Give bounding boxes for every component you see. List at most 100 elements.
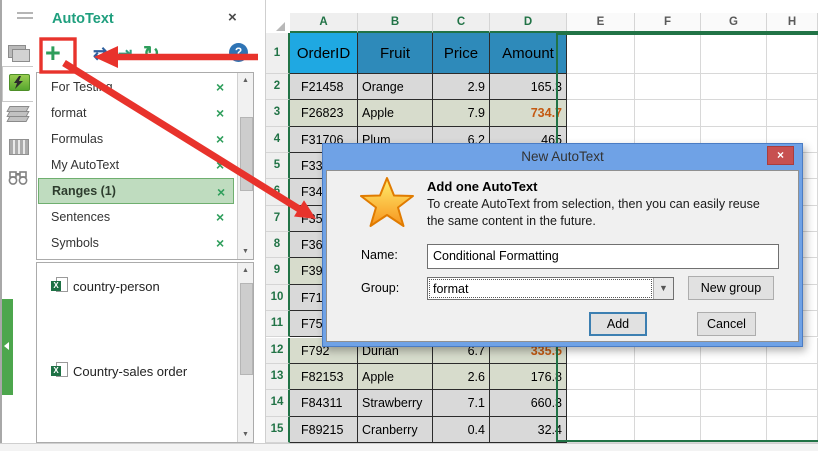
column-header-A[interactable]: A: [290, 13, 358, 33]
cell-G14[interactable]: [701, 390, 767, 417]
row-header-2[interactable]: 2: [266, 74, 290, 101]
delete-group-icon[interactable]: ×: [216, 105, 224, 121]
scroll-up-icon[interactable]: ▲: [238, 73, 253, 88]
cell-F2[interactable]: [635, 74, 701, 101]
row-header-1[interactable]: 1: [266, 33, 290, 74]
row-header-12[interactable]: 12: [266, 337, 290, 364]
group-list-scrollbar[interactable]: ▲ ▼: [237, 73, 253, 259]
cell-D15[interactable]: 32.4: [490, 416, 567, 443]
cell-E2[interactable]: [567, 74, 635, 101]
cell-C3[interactable]: 7.9: [433, 100, 490, 127]
pane-drag-handle-icon[interactable]: [17, 12, 34, 19]
chevron-down-icon[interactable]: ▼: [653, 278, 673, 299]
cell-C2[interactable]: 2.9: [433, 74, 490, 101]
cell-G13[interactable]: [701, 363, 767, 391]
pane-collapse-bar[interactable]: [2, 299, 13, 395]
column-header-F[interactable]: F: [635, 13, 701, 33]
cell-A2[interactable]: F21458: [290, 74, 358, 101]
group-item-6[interactable]: Symbols ×: [38, 230, 234, 256]
row-header-8[interactable]: 8: [266, 232, 290, 259]
scroll-down-icon[interactable]: ▼: [238, 427, 253, 442]
cell-A13[interactable]: F82153: [290, 363, 358, 391]
cell-B13[interactable]: Apple: [358, 363, 433, 391]
scroll-up-icon[interactable]: ▲: [238, 263, 253, 278]
group-item-1[interactable]: format ×: [38, 100, 234, 126]
group-combobox-value[interactable]: format: [429, 279, 652, 298]
columns-icon[interactable]: [9, 139, 29, 155]
delete-group-icon[interactable]: ×: [216, 79, 224, 95]
cell-B2[interactable]: Orange: [358, 74, 433, 101]
cell-C1[interactable]: Price: [433, 33, 490, 74]
cell-D2[interactable]: 165.3: [490, 74, 567, 101]
cell-B15[interactable]: Cranberry: [358, 416, 433, 443]
column-header-C[interactable]: C: [433, 13, 490, 33]
dialog-close-button[interactable]: ×: [767, 146, 794, 165]
new-group-button[interactable]: New group: [688, 276, 774, 300]
cell-G15[interactable]: [701, 416, 767, 443]
cell-B1[interactable]: Fruit: [358, 33, 433, 74]
row-header-7[interactable]: 7: [266, 205, 290, 233]
cell-D3[interactable]: 734.7: [490, 100, 567, 127]
cell-G1[interactable]: [701, 33, 767, 74]
group-item-5[interactable]: Sentences ×: [38, 204, 234, 230]
cell-F1[interactable]: [635, 33, 701, 74]
scrollbar-thumb[interactable]: [240, 283, 253, 375]
cell-H15[interactable]: [767, 416, 818, 443]
cell-D14[interactable]: 660.3: [490, 390, 567, 417]
delete-group-icon[interactable]: ×: [217, 184, 225, 200]
cell-A14[interactable]: F84311: [290, 390, 358, 417]
group-item-4[interactable]: Ranges (1) ×: [38, 178, 234, 204]
cell-C13[interactable]: 2.6: [433, 363, 490, 391]
sheets-stack-icon-bot[interactable]: [6, 116, 30, 122]
cell-A15[interactable]: F89215: [290, 416, 358, 443]
cell-G2[interactable]: [701, 74, 767, 101]
export-icon[interactable]: ⇥: [118, 44, 132, 64]
row-header-10[interactable]: 10: [266, 284, 290, 312]
row-header-14[interactable]: 14: [266, 390, 290, 417]
cell-F14[interactable]: [635, 390, 701, 417]
cell-E1[interactable]: [567, 33, 635, 74]
import-icon[interactable]: ⇄: [93, 44, 107, 64]
cell-B3[interactable]: Apple: [358, 100, 433, 127]
scrollbar-thumb[interactable]: [240, 117, 253, 191]
row-header-4[interactable]: 4: [266, 126, 290, 154]
workbooks-icon-front[interactable]: [12, 49, 30, 62]
row-header-9[interactable]: 9: [266, 258, 290, 285]
select-all-corner[interactable]: [276, 22, 285, 31]
row-header-3[interactable]: 3: [266, 100, 290, 127]
group-item-3[interactable]: My AutoText ×: [38, 152, 234, 178]
cell-D1[interactable]: Amount: [490, 33, 567, 74]
cell-E3[interactable]: [567, 100, 635, 127]
column-header-D[interactable]: D: [490, 13, 567, 33]
row-header-15[interactable]: 15: [266, 416, 290, 443]
column-header-H[interactable]: H: [767, 13, 818, 33]
cell-A3[interactable]: F26823: [290, 100, 358, 127]
entry-list-scrollbar[interactable]: ▲ ▼: [237, 263, 253, 442]
cell-G3[interactable]: [701, 100, 767, 127]
cell-H2[interactable]: [767, 74, 818, 101]
binoculars-icon[interactable]: [8, 169, 28, 191]
row-header-11[interactable]: 11: [266, 311, 290, 338]
entry-label[interactable]: Country-sales order: [73, 364, 187, 379]
cell-F15[interactable]: [635, 416, 701, 443]
entry-label[interactable]: country-person: [73, 279, 160, 294]
cell-F13[interactable]: [635, 363, 701, 391]
delete-group-icon[interactable]: ×: [216, 209, 224, 225]
cell-E13[interactable]: [567, 363, 635, 391]
column-header-B[interactable]: B: [358, 13, 433, 33]
row-header-13[interactable]: 13: [266, 363, 290, 391]
scroll-down-icon[interactable]: ▼: [238, 244, 253, 259]
help-icon[interactable]: ?: [229, 43, 248, 62]
autotext-lightning-icon[interactable]: [9, 74, 30, 91]
row-header-6[interactable]: 6: [266, 179, 290, 206]
cell-F3[interactable]: [635, 100, 701, 127]
group-combobox[interactable]: format ▼: [427, 277, 674, 300]
cell-H3[interactable]: [767, 100, 818, 127]
cell-H13[interactable]: [767, 363, 818, 391]
group-item-0[interactable]: For Testing ×: [38, 74, 234, 100]
column-header-G[interactable]: G: [701, 13, 767, 33]
delete-group-icon[interactable]: ×: [216, 235, 224, 251]
name-input[interactable]: Conditional Formatting: [427, 244, 779, 269]
delete-group-icon[interactable]: ×: [216, 131, 224, 147]
add-button[interactable]: Add: [589, 312, 647, 336]
